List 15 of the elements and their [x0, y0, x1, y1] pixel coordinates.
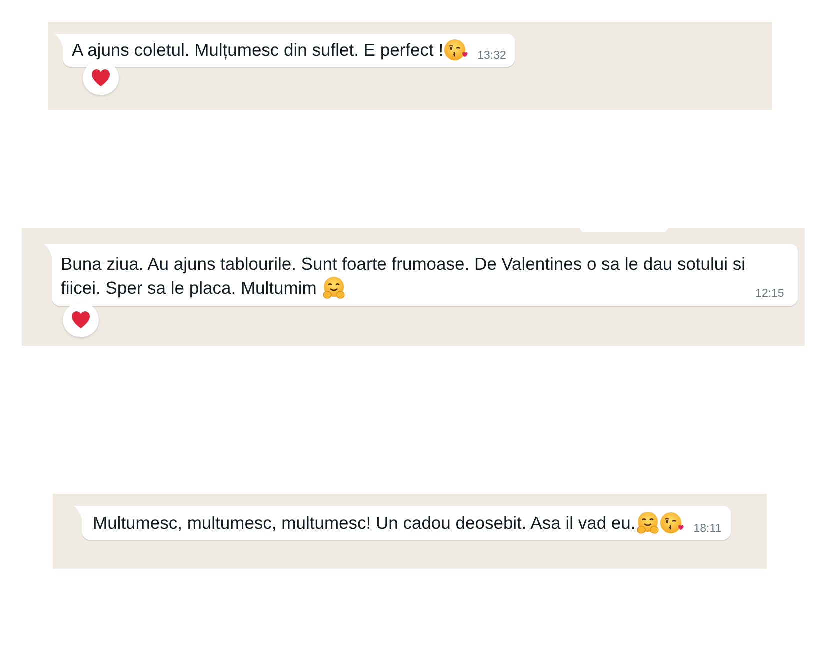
message-text: Buna ziua. Au ajuns tablourile. Sunt foarte frumoase. De Valentines o sa le dau sotului si: [61, 254, 746, 274]
kiss-face-icon: [660, 511, 684, 535]
heart-icon: [71, 311, 91, 329]
reaction-bubble[interactable]: [63, 303, 99, 337]
message-text: A ajuns coletul. Mulțumesc din suflet. E perfect !: [72, 40, 444, 60]
hugging-face-icon: [322, 276, 346, 300]
message-text: Multumesc, multumesc, multumesc! Un cadou deosebit. Asa il vad eu.: [93, 513, 636, 533]
kiss-face-icon: [444, 38, 468, 62]
message-time: 13:32: [478, 49, 506, 64]
message-time: 12:15: [756, 287, 784, 302]
heart-icon: [91, 69, 111, 87]
reaction-bubble[interactable]: [83, 61, 119, 95]
hugging-face-icon: [636, 511, 660, 535]
message-text: fiicei. Sper sa le placa. Multumim: [61, 278, 318, 298]
message-time: 18:11: [694, 522, 722, 537]
